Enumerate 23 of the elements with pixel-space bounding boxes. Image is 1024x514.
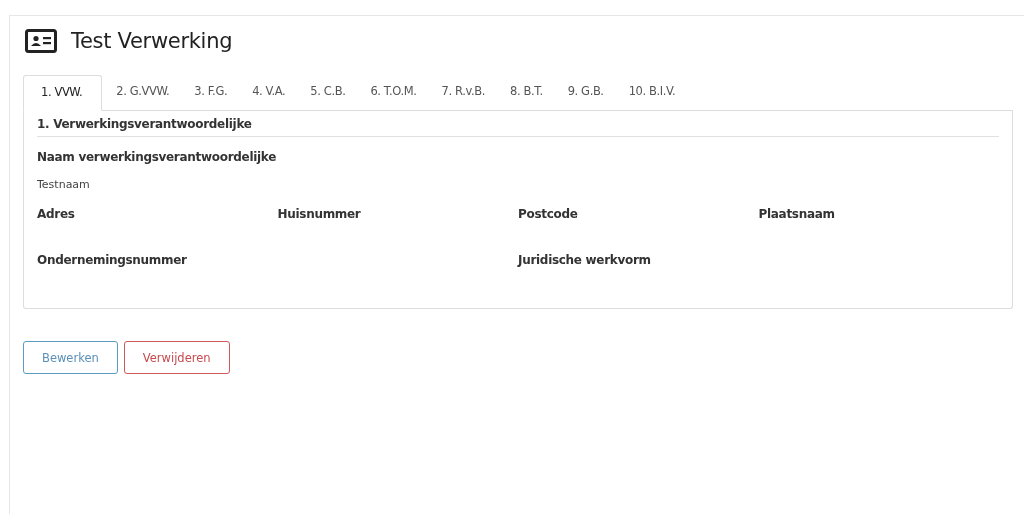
field-label: Huisnummer [277,207,361,221]
field-value: Testnaam [37,178,90,191]
page-title: Test Verwerking [71,29,233,53]
field-label: Naam verwerkingsverantwoordelijke [37,150,277,164]
tab[interactable]: 6. T.O.M. [359,75,428,110]
field-label: Plaatsnaam [758,207,835,221]
field-label: Ondernemingsnummer [37,253,187,267]
tab[interactable]: 5. C.B. [299,75,357,110]
tab[interactable]: 10. B.I.V. [617,75,687,110]
edit-button[interactable]: Bewerken [23,341,118,374]
field-label: Adres [37,207,75,221]
field-label: Juridische werkvorm [518,253,651,267]
section-heading: 1. Verwerkingsverantwoordelijke [37,117,999,137]
id-card-icon [25,29,57,53]
tab[interactable]: 7. R.v.B. [430,75,496,110]
tab[interactable]: 2. G.VVW. [105,75,181,110]
tab[interactable]: 1. VVW. [23,75,103,111]
tab[interactable]: 9. G.B. [556,75,615,110]
delete-button[interactable]: Verwijderen [123,341,230,374]
tab[interactable]: 8. B.T. [499,75,554,110]
tab[interactable]: 3. F.G. [183,75,239,110]
field-label: Postcode [518,207,578,221]
tab[interactable]: 4. V.A. [241,75,297,110]
